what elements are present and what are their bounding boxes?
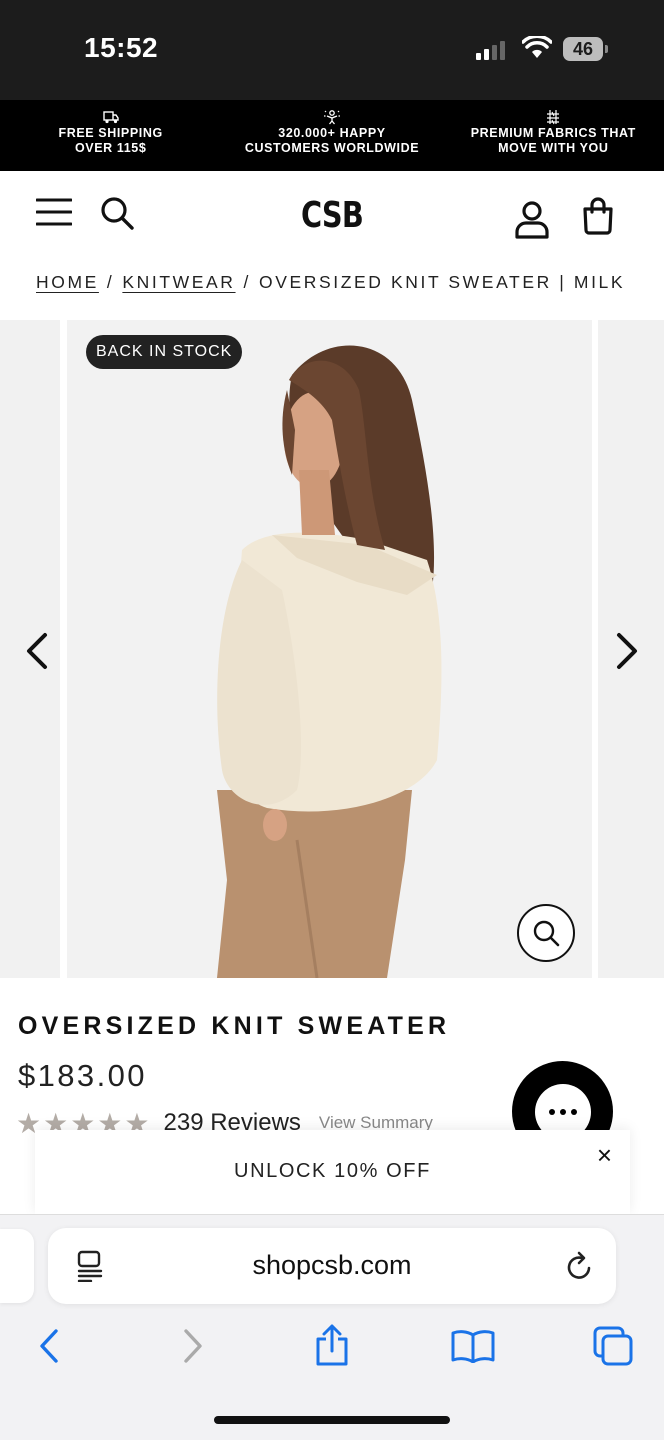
promo-item-fabrics: PREMIUM FABRICS THAT MOVE WITH YOU [443, 100, 664, 171]
promo-line: PREMIUM FABRICS THAT [470, 126, 636, 140]
browser-toolbar: shopcsb.com [0, 1214, 664, 1440]
promo-text: 320.000+ HAPPY CUSTOMERS WORLDWIDE [245, 126, 419, 156]
breadcrumb-home-link[interactable]: HOME [36, 272, 99, 292]
promo-bar: FREE SHIPPING OVER 115$ 320.000+ HAPPY C… [0, 100, 664, 171]
share-icon[interactable] [314, 1323, 350, 1367]
promo-line: FREE SHIPPING [58, 126, 163, 140]
close-icon[interactable]: × [597, 1142, 612, 1168]
product-gallery[interactable] [0, 320, 664, 978]
back-icon[interactable] [36, 1327, 62, 1365]
fabric-icon [547, 110, 560, 125]
promo-item-customers: 320.000+ HAPPY CUSTOMERS WORLDWIDE [221, 100, 442, 171]
promo-line: MOVE WITH YOU [498, 141, 609, 155]
unlock-discount-popup[interactable]: UNLOCK 10% OFF × [35, 1130, 630, 1214]
cart-bag-icon[interactable] [581, 197, 615, 235]
promo-line: 320.000+ HAPPY [278, 126, 386, 140]
promo-item-shipping: FREE SHIPPING OVER 115$ [0, 100, 221, 171]
account-icon[interactable] [514, 201, 550, 239]
chevron-right-icon[interactable] [614, 632, 640, 670]
status-bar: 15:52 46 [0, 0, 664, 100]
promo-line: OVER 115$ [74, 141, 147, 155]
tabs-icon[interactable] [592, 1325, 634, 1367]
breadcrumb-category-link[interactable]: KNITWEAR [122, 272, 235, 292]
site-header: CSB [0, 171, 664, 259]
promo-line: CUSTOMERS WORLDWIDE [244, 141, 420, 155]
breadcrumb: HOME / KNITWEAR / OVERSIZED KNIT SWEATER | M… [36, 272, 625, 293]
zoom-search-icon [533, 920, 560, 947]
zoom-button[interactable] [517, 904, 575, 962]
product-photo [217, 345, 442, 978]
home-indicator [214, 1416, 450, 1424]
reload-icon[interactable] [564, 1250, 594, 1282]
product-price: $183.00 [18, 1058, 147, 1093]
breadcrumb-separator: / [243, 272, 252, 292]
address-bar[interactable]: shopcsb.com [48, 1228, 616, 1304]
gallery-main-image[interactable] [67, 320, 592, 978]
forward-icon[interactable] [180, 1327, 206, 1365]
chevron-left-icon[interactable] [24, 632, 50, 670]
previous-tab-peek[interactable] [0, 1229, 34, 1303]
battery-indicator: 46 [563, 37, 608, 61]
truck-icon [102, 111, 119, 124]
wifi-icon [522, 36, 552, 58]
url-text[interactable]: shopcsb.com [48, 1250, 616, 1281]
signal-icon [476, 40, 505, 60]
breadcrumb-separator: / [106, 272, 115, 292]
promo-text: FREE SHIPPING OVER 115$ [58, 126, 162, 156]
unlock-discount-text[interactable]: UNLOCK 10% OFF [35, 1160, 630, 1183]
product-title: OVERSIZED KNIT SWEATER [18, 1012, 451, 1040]
breadcrumb-current: OVERSIZED KNIT SWEATER | MILK [259, 272, 626, 292]
status-time: 15:52 [84, 32, 159, 63]
promo-text: PREMIUM FABRICS THAT MOVE WITH YOU [471, 126, 636, 156]
back-in-stock-badge: BACK IN STOCK [86, 335, 243, 369]
happy-person-icon [323, 110, 340, 125]
bookmarks-icon[interactable] [451, 1329, 495, 1363]
